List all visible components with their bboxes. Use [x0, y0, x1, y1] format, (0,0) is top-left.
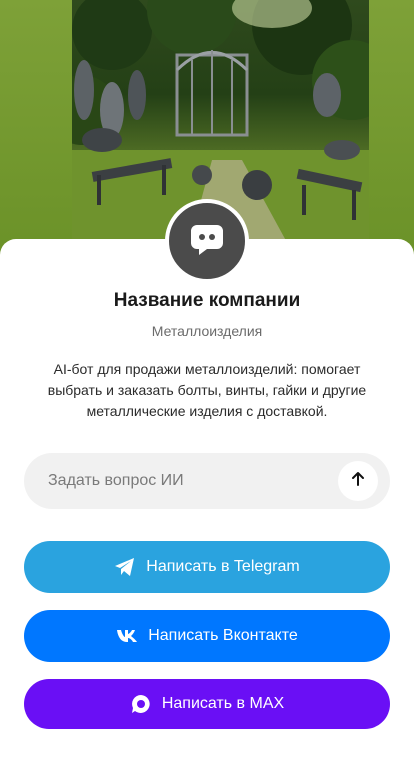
ask-ai-box — [24, 453, 390, 509]
company-description: AI-бот для продажи металлоизделий: помог… — [47, 361, 367, 419]
ask-ai-input[interactable] — [48, 453, 338, 509]
max-button-label: Написать в MAX — [161, 695, 285, 712]
telegram-icon — [114, 557, 136, 577]
avatar — [165, 199, 249, 283]
max-button[interactable]: Написать в MAX — [24, 679, 390, 729]
company-category: Металлоизделия — [151, 323, 263, 339]
vk-button-label: Написать Вконтакте — [148, 627, 298, 644]
company-name: Название компании — [113, 290, 301, 311]
max-icon — [130, 693, 152, 715]
telegram-button-label: Написать в Telegram — [146, 558, 300, 575]
vk-icon — [116, 629, 138, 643]
send-button[interactable] — [338, 461, 378, 501]
vk-button[interactable]: Написать Вконтакте — [24, 610, 390, 662]
chat-bot-icon — [189, 221, 225, 262]
arrow-up-icon — [350, 471, 366, 492]
telegram-button[interactable]: Написать в Telegram — [24, 541, 390, 593]
